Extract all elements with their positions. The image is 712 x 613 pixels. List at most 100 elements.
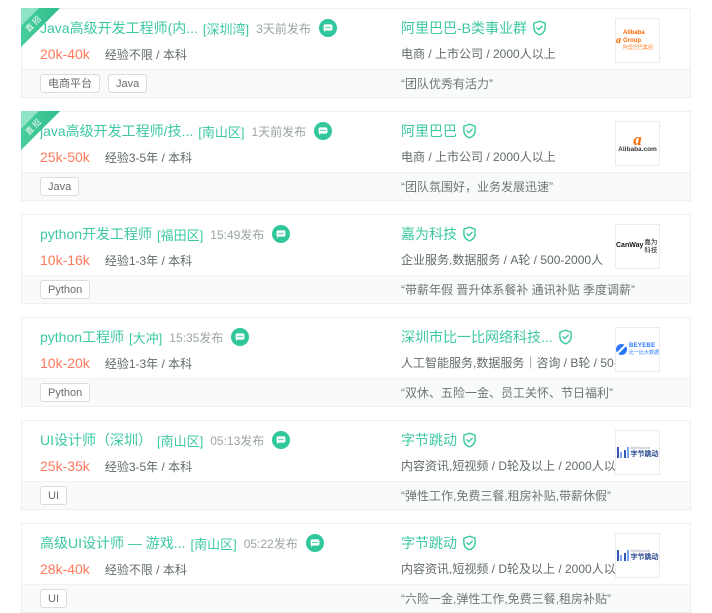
job-summary: python开发工程师 [福田区] 15:49发布: [40, 224, 401, 269]
company-logo-line1: CanWay: [616, 242, 643, 250]
company-name-link[interactable]: 阿里巴巴: [401, 121, 457, 141]
job-title-link[interactable]: python开发工程师: [40, 224, 152, 244]
company-logo-line1: Alibaba.com: [618, 146, 657, 154]
job-requirements: 经验1-3年 / 本科: [105, 355, 192, 372]
company-logo[interactable]: a Alibaba Group 阿里巴巴集团: [615, 18, 660, 63]
chat-icon[interactable]: [306, 534, 324, 552]
direct-hire-ribbon: 直招: [21, 8, 63, 50]
company-logo-text: BEYEBE 比一比大数据: [629, 343, 659, 356]
job-tag: UI: [40, 486, 67, 505]
verified-badge-icon: [532, 20, 547, 36]
company-logo-line2: 字节跳动: [631, 451, 659, 459]
company-logo-mark: [617, 447, 629, 458]
direct-hire-ribbon-label: 直招: [21, 111, 61, 153]
job-card[interactable]: python开发工程师 [福田区] 15:49发布: [21, 214, 691, 304]
company-logo[interactable]: ByteDance 字节跳动: [615, 533, 660, 578]
company-name-link[interactable]: 字节跳动: [401, 533, 457, 553]
tag-list: 电商平台Java: [40, 74, 401, 93]
job-location: [深圳湾]: [203, 19, 249, 38]
job-salary-row: 28k-40k 经验不限 / 本科: [40, 560, 401, 578]
chat-icon[interactable]: [231, 328, 249, 346]
job-card-main: java高级开发工程师/技... [南山区] 1天前发布: [22, 112, 690, 172]
verified-badge-icon: [558, 329, 573, 345]
job-title-link[interactable]: Java高级开发工程师(内...: [40, 18, 198, 38]
company-quote: “带薪年假 晋升体系餐补 通讯补贴 季度调薪”: [401, 281, 672, 298]
job-location: [福田区]: [157, 225, 203, 244]
company-name-link[interactable]: 嘉为科技: [401, 224, 457, 244]
company-name-row: 字节跳动: [401, 430, 592, 450]
job-title-row: Java高级开发工程师(内... [深圳湾] 3天前发布: [40, 18, 401, 38]
company-name-link[interactable]: 字节跳动: [401, 430, 457, 450]
company-quote: “六险一金,弹性工作,免费三餐,租房补贴”: [401, 590, 672, 607]
company-logo-line1: Alibaba Group: [623, 30, 659, 44]
job-title-link[interactable]: python工程师: [40, 327, 124, 347]
job-title-link[interactable]: UI设计师（深圳）: [40, 430, 152, 450]
job-salary-row: 25k-35k 经验3-5年 / 本科: [40, 457, 401, 475]
company-info: 内容资讯,短视频 / D轮及以上 / 2000人以上: [401, 457, 592, 474]
posted-time: 05:13发布: [210, 432, 264, 449]
job-title-link[interactable]: 高级UI设计师 — 游戏...: [40, 533, 185, 553]
job-card[interactable]: python工程师 [大冲] 15:35发布: [21, 317, 691, 407]
tag-list: UI: [40, 589, 401, 608]
job-title-row: python工程师 [大冲] 15:35发布: [40, 327, 401, 347]
job-summary: java高级开发工程师/技... [南山区] 1天前发布: [40, 121, 401, 166]
job-card[interactable]: 高级UI设计师 — 游戏... [南山区] 05:22发布: [21, 523, 691, 613]
company-quote: “团队优秀有活力”: [401, 75, 672, 92]
company-info: 电商 / 上市公司 / 2000人以上: [401, 45, 592, 62]
company-logo[interactable]: a Alibaba.com: [615, 121, 660, 166]
posted-time: 15:49发布: [210, 226, 264, 243]
job-requirements: 经验不限 / 本科: [105, 46, 187, 63]
job-title-row: java高级开发工程师/技... [南山区] 1天前发布: [40, 121, 401, 141]
company-name-row: 阿里巴巴-B类事业群: [401, 18, 592, 38]
chat-icon[interactable]: [314, 122, 332, 140]
company-logo[interactable]: BEYEBE 比一比大数据: [615, 327, 660, 372]
company-logo-line2: 嘉为科技: [644, 239, 659, 255]
job-card-footer: UI “弹性工作,免费三餐,租房补贴,带薪休假”: [22, 481, 690, 509]
job-tag: 电商平台: [40, 74, 100, 93]
job-card[interactable]: UI设计师（深圳） [南山区] 05:13发布: [21, 420, 691, 510]
job-listings-page: 直招 Java高级开发工程师(内... [深圳湾] 3天前发布: [0, 0, 712, 613]
posted-time: 1天前发布: [251, 123, 306, 140]
job-card-footer: 电商平台Java “团队优秀有活力”: [22, 69, 690, 97]
company-info: 电商 / 上市公司 / 2000人以上: [401, 148, 592, 165]
verified-badge-icon: [462, 432, 477, 448]
company-quote: “弹性工作,免费三餐,租房补贴,带薪休假”: [401, 487, 672, 504]
tag-list: UI: [40, 486, 401, 505]
job-tag: Python: [40, 280, 90, 299]
company-logo[interactable]: CanWay 嘉为科技: [615, 224, 660, 269]
company-logo-text: Alibaba Group 阿里巴巴集团: [623, 30, 659, 50]
salary-range: 10k-16k: [40, 252, 90, 268]
job-card[interactable]: 直招 java高级开发工程师/技... [南山区] 1天前发布: [21, 111, 691, 201]
direct-hire-ribbon: 直招: [21, 111, 63, 153]
company-logo-line2: 字节跳动: [631, 554, 659, 562]
job-requirements: 经验不限 / 本科: [105, 561, 187, 578]
job-salary-row: 25k-50k 经验3-5年 / 本科: [40, 148, 401, 166]
tag-list: Java: [40, 177, 401, 196]
salary-range: 28k-40k: [40, 561, 90, 577]
chat-icon[interactable]: [272, 225, 290, 243]
job-requirements: 经验3-5年 / 本科: [105, 149, 192, 166]
company-name-row: 字节跳动: [401, 533, 592, 553]
job-requirements: 经验3-5年 / 本科: [105, 458, 192, 475]
job-location: [南山区]: [190, 534, 236, 553]
posted-time: 05:22发布: [244, 535, 298, 552]
company-info: 企业服务,数据服务 / A轮 / 500-2000人: [401, 251, 592, 268]
company-quote: “团队氛围好，业务发展迅速”: [401, 178, 672, 195]
company-logo-text: Alibaba.com: [618, 146, 657, 154]
job-card-footer: UI “六险一金,弹性工作,免费三餐,租房补贴”: [22, 584, 690, 612]
job-summary: UI设计师（深圳） [南山区] 05:13发布: [40, 430, 401, 475]
company-name-link[interactable]: 阿里巴巴-B类事业群: [401, 18, 527, 38]
company-name-link[interactable]: 深圳市比一比网络科技...: [401, 327, 553, 347]
company-logo-text: ByteDance 字节跳动: [631, 446, 659, 459]
verified-badge-icon: [462, 535, 477, 551]
chat-icon[interactable]: [319, 19, 337, 37]
posted-time: 3天前发布: [256, 20, 311, 37]
job-card[interactable]: 直招 Java高级开发工程师(内... [深圳湾] 3天前发布: [21, 8, 691, 98]
job-card-main: python工程师 [大冲] 15:35发布: [22, 318, 690, 378]
company-logo[interactable]: ByteDance 字节跳动: [615, 430, 660, 475]
job-card-main: 高级UI设计师 — 游戏... [南山区] 05:22发布: [22, 524, 690, 584]
company-logo-text: ByteDance 字节跳动: [631, 549, 659, 562]
chat-icon[interactable]: [272, 431, 290, 449]
salary-range: 10k-20k: [40, 355, 90, 371]
verified-badge-icon: [462, 226, 477, 242]
